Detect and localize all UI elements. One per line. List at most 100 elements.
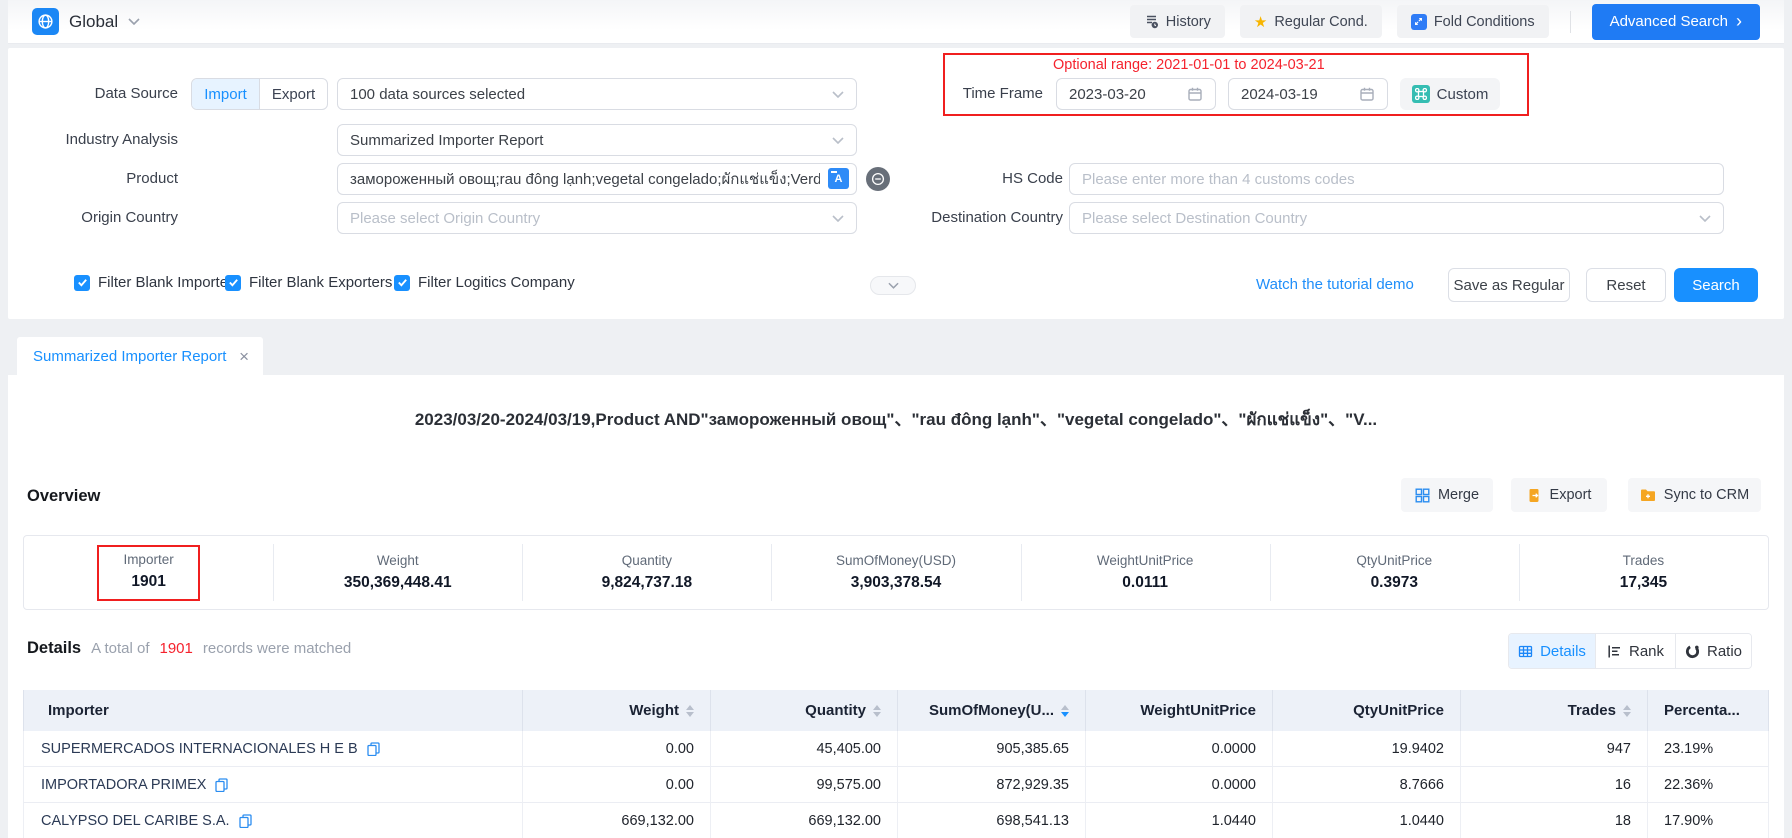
export-tab[interactable]: Export [259,79,327,109]
export-button[interactable]: Export [1511,478,1607,512]
sum-of-money-cell: 698,541.13 [898,803,1086,838]
custom-label: Custom [1437,86,1489,103]
time-frame-label: Time Frame [903,78,1043,110]
product-filter-icon[interactable] [866,167,890,191]
bar-chart-icon [1607,644,1622,659]
stat-value: 0.0111 [1122,574,1168,592]
importer-name[interactable]: SUPERMERCADOS INTERNACIONALES H E B [41,741,358,757]
copy-icon[interactable] [367,742,380,756]
chevron-down-icon [832,91,844,98]
chevron-down-icon [1699,215,1711,222]
trades-cell: 18 [1461,803,1648,838]
column-percentage: Percenta... [1648,690,1769,731]
custom-range-button[interactable]: Custom [1400,78,1500,110]
copy-icon[interactable] [239,814,252,828]
importer-name[interactable]: CALYPSO DEL CARIBE S.A. [41,813,230,829]
calendar-icon[interactable] [1359,86,1375,102]
trades-cell: 16 [1461,767,1648,803]
save-as-regular-button[interactable]: Save as Regular [1448,268,1570,302]
advanced-search-label: Advanced Search [1610,13,1728,30]
stat-quantity: Quantity 9,824,737.18 [522,536,771,609]
view-label: Rank [1629,643,1664,660]
view-ratio-button[interactable]: Ratio [1675,634,1751,668]
search-button[interactable]: Search [1674,268,1758,302]
sync-to-crm-button[interactable]: Sync to CRM [1628,478,1761,512]
stat-sum-of-money: SumOfMoney(USD) 3,903,378.54 [771,536,1020,609]
close-icon[interactable]: × [239,348,249,365]
destination-country-placeholder: Please select Destination Country [1082,210,1691,227]
quantity-cell: 45,405.00 [711,731,898,767]
industry-analysis-select[interactable]: Summarized Importer Report [337,124,857,156]
weight-cell: 0.00 [523,731,711,767]
checkbox-label: Filter Blank Exporters [249,274,392,291]
chevron-down-icon [888,282,899,289]
sort-icon[interactable] [873,705,881,717]
stat-value: 1901 [131,573,165,591]
stat-label: Trades [1623,553,1665,568]
table-icon [1518,644,1533,659]
search-form: Data Source Import Export 100 data sourc… [8,48,1784,319]
star-icon: ★ [1254,13,1267,31]
table-row: SUPERMERCADOS INTERNACIONALES H E B 0.00… [23,731,1769,767]
collapse-form-button[interactable] [870,276,916,295]
importer-name-cell[interactable]: SUPERMERCADOS INTERNACIONALES H E B [23,731,523,767]
translate-icon[interactable]: A [828,168,849,189]
origin-country-select[interactable]: Please select Origin Country [337,202,857,234]
destination-country-select[interactable]: Please select Destination Country [1069,202,1724,234]
regular-cond-button[interactable]: ★ Regular Cond. [1240,5,1382,38]
weight-cell: 669,132.00 [523,803,711,838]
start-date-input[interactable]: 2023-03-20 [1056,78,1216,110]
advanced-search-button[interactable]: Advanced Search › [1592,4,1760,40]
view-details-button[interactable]: Details [1509,634,1595,668]
data-source-label: Data Source [8,78,178,110]
column-weight[interactable]: Weight [523,690,711,731]
sort-icon[interactable] [1623,705,1631,717]
reset-button[interactable]: Reset [1586,268,1666,302]
folder-sync-icon [1640,488,1656,502]
weight-cell: 0.00 [523,767,711,803]
merge-button[interactable]: Merge [1401,478,1493,512]
filter-logistics-company-checkbox[interactable]: Filter Logitics Company [394,274,575,291]
data-sources-value: 100 data sources selected [350,86,824,103]
column-sum-of-money[interactable]: SumOfMoney(U... [898,690,1086,731]
report-title: 2023/03/20-2024/03/19,Product AND"заморо… [8,405,1784,433]
chevron-down-icon [832,137,844,144]
region-selector[interactable]: Global [32,8,140,35]
checkbox-checked-icon [394,275,410,291]
history-button[interactable]: History [1130,5,1225,38]
column-trades[interactable]: Trades [1461,690,1648,731]
weight-unit-price-cell: 1.0440 [1086,803,1273,838]
import-tab[interactable]: Import [192,79,259,109]
sort-icon[interactable] [686,705,694,717]
tab-summarized-importer-report[interactable]: Summarized Importer Report × [17,337,263,375]
filter-blank-importers-checkbox[interactable]: Filter Blank Importers [74,274,241,291]
copy-icon[interactable] [215,778,228,792]
fold-conditions-button[interactable]: Fold Conditions [1397,5,1549,38]
importer-name[interactable]: IMPORTADORA PRIMEX [41,777,206,793]
table-header-row: Importer Weight Quantity SumOfMoney(U...… [23,690,1769,731]
data-source-segment: Import Export [191,78,328,110]
command-icon [1412,85,1430,103]
importer-name-cell[interactable]: IMPORTADORA PRIMEX [23,767,523,803]
view-rank-button[interactable]: Rank [1595,634,1675,668]
checkbox-checked-icon [74,275,90,291]
chevron-down-icon [832,215,844,222]
hs-code-input[interactable] [1069,163,1724,195]
total-suffix: records were matched [203,640,351,657]
filter-blank-exporters-checkbox[interactable]: Filter Blank Exporters [225,274,392,291]
column-quantity[interactable]: Quantity [711,690,898,731]
end-date-input[interactable]: 2024-03-19 [1228,78,1388,110]
tutorial-link[interactable]: Watch the tutorial demo [1256,276,1414,293]
pie-chart-icon [1685,644,1700,659]
history-icon [1144,14,1159,29]
sum-of-money-cell: 905,385.65 [898,731,1086,767]
product-input[interactable] [337,163,857,195]
sort-desc-icon[interactable] [1061,705,1069,717]
stat-value: 9,824,737.18 [602,574,693,592]
calendar-icon[interactable] [1187,86,1203,102]
quantity-cell: 669,132.00 [711,803,898,838]
merge-icon [1415,488,1430,503]
data-sources-select[interactable]: 100 data sources selected [337,78,857,110]
optional-range-text: Optional range: 2021-01-01 to 2024-03-21 [1053,57,1325,73]
importer-name-cell[interactable]: CALYPSO DEL CARIBE S.A. [23,803,523,838]
